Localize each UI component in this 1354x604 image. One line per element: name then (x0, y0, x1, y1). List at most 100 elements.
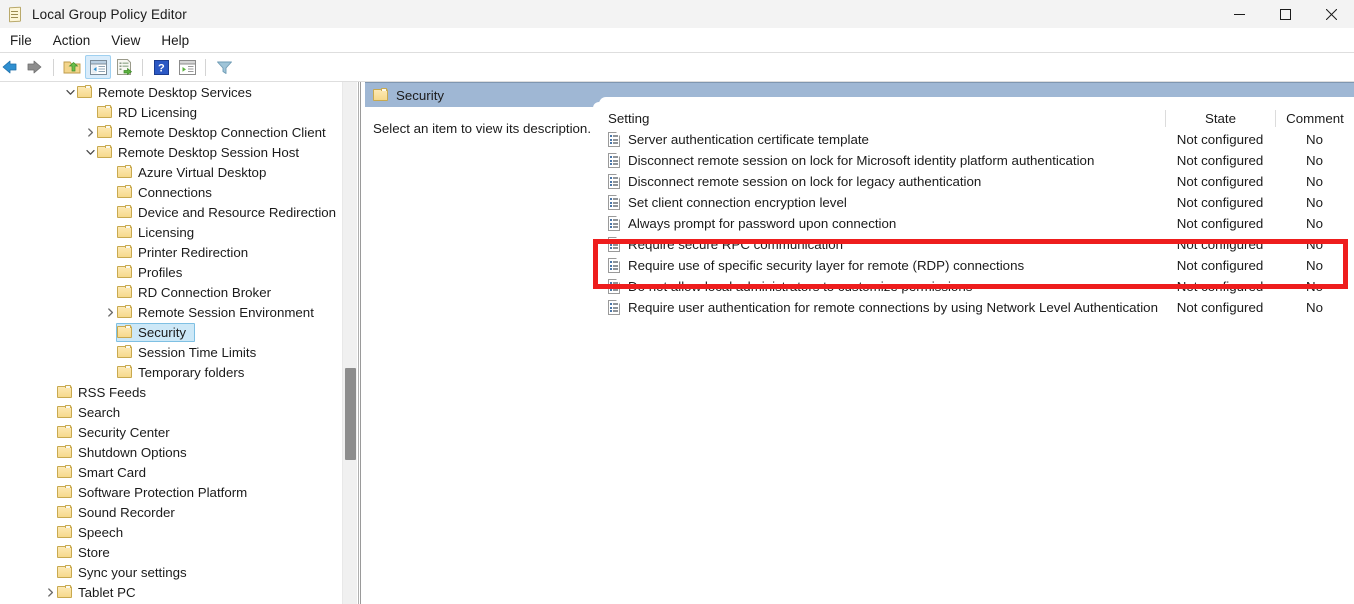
column-header-comment[interactable]: Comment (1275, 109, 1354, 127)
tree-item-security-center[interactable]: Security Center (0, 422, 342, 442)
tree-item-speech[interactable]: Speech (0, 522, 342, 542)
tree-item-content[interactable]: Security Center (56, 423, 179, 442)
settings-list[interactable]: Setting State Comment Server authenticat… (600, 107, 1354, 604)
folder-icon (57, 445, 73, 459)
tree-scrollbar-thumb[interactable] (345, 368, 356, 460)
tree-item-content[interactable]: RSS Feeds (56, 383, 155, 402)
tree-item-remote-desktop-session-host[interactable]: Remote Desktop Session Host (0, 142, 342, 162)
cell-setting[interactable]: Require secure RPC communication (600, 237, 1165, 252)
show-hide-action-pane-button[interactable] (174, 55, 200, 79)
minimize-button[interactable] (1216, 0, 1262, 28)
maximize-button[interactable] (1262, 0, 1308, 28)
tree-item-content[interactable]: RD Licensing (96, 103, 206, 122)
tree-item-profiles[interactable]: Profiles (0, 262, 342, 282)
table-row[interactable]: Require user authentication for remote c… (600, 297, 1354, 318)
settings-list-body[interactable]: Server authentication certificate templa… (600, 129, 1354, 318)
menu-action[interactable]: Action (43, 31, 101, 50)
cell-setting[interactable]: Require user authentication for remote c… (600, 300, 1165, 315)
tree-item-label: RD Connection Broker (138, 284, 272, 300)
tree-item-smart-card[interactable]: Smart Card (0, 462, 342, 482)
menu-file[interactable]: File (0, 31, 42, 50)
column-header-setting[interactable]: Setting (600, 111, 1165, 126)
tree-item-connections[interactable]: Connections (0, 182, 342, 202)
cell-setting[interactable]: Do not allow local administrators to cus… (600, 279, 1165, 294)
tree-item-content[interactable]: Software Protection Platform (56, 483, 256, 502)
tree-item-sync-your-settings[interactable]: Sync your settings (0, 562, 342, 582)
tree-item-software-protection-platform[interactable]: Software Protection Platform (0, 482, 342, 502)
tree-item-search[interactable]: Search (0, 402, 342, 422)
forward-button[interactable] (22, 55, 48, 79)
folder-icon (57, 425, 73, 439)
tree-item-content[interactable]: Search (56, 403, 129, 422)
tree-item-content[interactable]: Printer Redirection (116, 243, 257, 262)
menu-help[interactable]: Help (151, 31, 199, 50)
tree-item-content[interactable]: Store (56, 543, 119, 562)
tree-item-licensing[interactable]: Licensing (0, 222, 342, 242)
tree-item-content[interactable]: Sync your settings (56, 563, 196, 582)
tree-item-content[interactable]: Session Time Limits (116, 343, 265, 362)
help-button[interactable]: ? (148, 55, 174, 79)
menu-view[interactable]: View (101, 31, 150, 50)
table-row[interactable]: Do not allow local administrators to cus… (600, 276, 1354, 297)
close-button[interactable] (1308, 0, 1354, 28)
tree-item-content[interactable]: Temporary folders (116, 363, 253, 382)
cell-setting[interactable]: Disconnect remote session on lock for le… (600, 174, 1165, 189)
cell-setting[interactable]: Set client connection encryption level (600, 195, 1165, 210)
tree-item-content[interactable]: Remote Desktop Connection Client (96, 123, 335, 142)
folder-icon (117, 225, 133, 239)
tree-item-rd-licensing[interactable]: RD Licensing (0, 102, 342, 122)
tree-item-content[interactable]: Licensing (116, 223, 203, 242)
tree-item-content[interactable]: RD Connection Broker (116, 283, 280, 302)
back-button[interactable] (0, 55, 22, 79)
tree-item-remote-session-environment[interactable]: Remote Session Environment (0, 302, 342, 322)
table-row[interactable]: Server authentication certificate templa… (600, 129, 1354, 150)
tree-item-sound-recorder[interactable]: Sound Recorder (0, 502, 342, 522)
cell-setting[interactable]: Server authentication certificate templa… (600, 132, 1165, 147)
tree-item-device-and-resource-redirection[interactable]: Device and Resource Redirection (0, 202, 342, 222)
table-row[interactable]: Require use of specific security layer f… (600, 255, 1354, 276)
tree-item-content[interactable]: Smart Card (56, 463, 155, 482)
tree-item-rd-connection-broker[interactable]: RD Connection Broker (0, 282, 342, 302)
tree-item-content[interactable]: Profiles (116, 263, 191, 282)
cell-setting[interactable]: Disconnect remote session on lock for Mi… (600, 153, 1165, 168)
tree-item-content[interactable]: Remote Desktop Services (76, 83, 261, 102)
table-row[interactable]: Disconnect remote session on lock for Mi… (600, 150, 1354, 171)
tree-item-shutdown-options[interactable]: Shutdown Options (0, 442, 342, 462)
tree-item-content[interactable]: Speech (56, 523, 132, 542)
tree-item-remote-desktop-connection-client[interactable]: Remote Desktop Connection Client (0, 122, 342, 142)
tree-item-azure-virtual-desktop[interactable]: Azure Virtual Desktop (0, 162, 342, 182)
table-row[interactable]: Disconnect remote session on lock for le… (600, 171, 1354, 192)
table-row[interactable]: Always prompt for password upon connecti… (600, 213, 1354, 234)
cell-state: Not configured (1176, 132, 1264, 147)
tree-item-content[interactable]: Remote Desktop Session Host (96, 143, 308, 162)
tree-item-session-time-limits[interactable]: Session Time Limits (0, 342, 342, 362)
tree-item-content[interactable]: Sound Recorder (56, 503, 184, 522)
tree-item-remote-desktop-services[interactable]: Remote Desktop Services (0, 82, 342, 102)
tree-item-selection[interactable]: Security (116, 322, 196, 342)
tree-scrollbar[interactable] (342, 82, 357, 604)
column-header-state[interactable]: State (1165, 109, 1275, 127)
cell-setting[interactable]: Require use of specific security layer f… (600, 258, 1165, 273)
tree-item-security[interactable]: Security (0, 322, 342, 342)
console-tree[interactable]: Remote Desktop Services RD Licensing Remot… (0, 82, 342, 604)
table-row[interactable]: Set client connection encryption level No… (600, 192, 1354, 213)
pane-splitter[interactable] (358, 82, 361, 604)
tree-item-content[interactable]: Device and Resource Redirection (116, 203, 342, 222)
tree-item-content[interactable]: Remote Session Environment (116, 303, 323, 322)
tree-item-label: Licensing (138, 224, 195, 240)
show-hide-console-tree-button[interactable] (85, 55, 111, 79)
table-row[interactable]: Require secure RPC communication Not conf… (600, 234, 1354, 255)
tree-item-content[interactable]: Azure Virtual Desktop (116, 163, 275, 182)
filter-button[interactable] (211, 55, 237, 79)
tree-item-content[interactable]: Shutdown Options (56, 443, 196, 462)
up-one-level-button[interactable] (59, 55, 85, 79)
tree-item-rss-feeds[interactable]: RSS Feeds (0, 382, 342, 402)
tree-item-store[interactable]: Store (0, 542, 342, 562)
tree-item-tablet-pc[interactable]: Tablet PC (0, 582, 342, 602)
cell-setting[interactable]: Always prompt for password upon connecti… (600, 216, 1165, 231)
tree-item-content[interactable]: Connections (116, 183, 221, 202)
tree-item-temporary-folders[interactable]: Temporary folders (0, 362, 342, 382)
tree-item-printer-redirection[interactable]: Printer Redirection (0, 242, 342, 262)
export-list-button[interactable] (111, 55, 137, 79)
tree-item-content[interactable]: Tablet PC (56, 583, 145, 602)
